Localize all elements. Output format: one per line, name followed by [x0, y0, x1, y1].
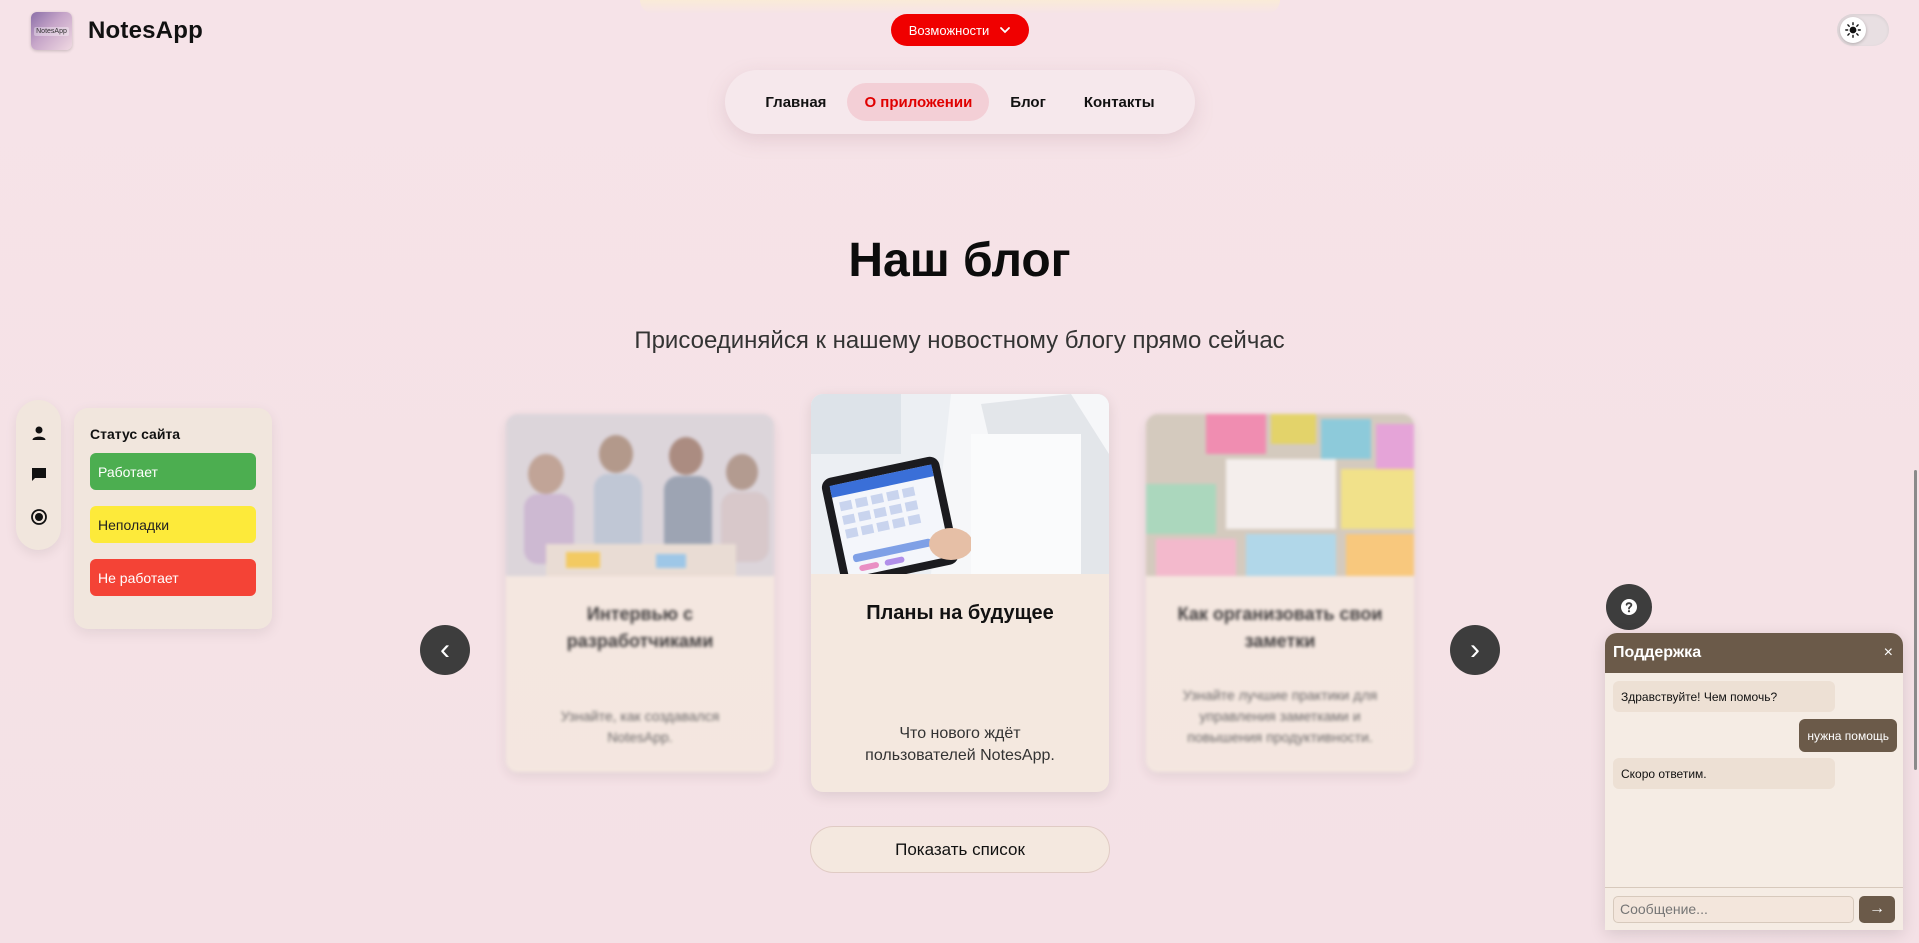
chat-icon[interactable] [30, 466, 48, 484]
chat-message-user: нужна помощь [1799, 719, 1897, 752]
blog-card[interactable]: Интервью с разработчиками Узнайте, как с… [506, 414, 774, 772]
send-button[interactable]: → [1859, 895, 1895, 923]
site-status-card: Статус сайта Работает Неполадки Не работ… [74, 408, 272, 629]
card-title: Как организовать свои заметки [1177, 604, 1383, 651]
card-description: Узнайте, как создавался NotesApp. [560, 708, 720, 745]
carousel-prev-button[interactable]: ‹ [420, 625, 470, 675]
chat-title: Поддержка [1613, 644, 1702, 661]
card-description: Что нового ждёт пользователей NotesApp. [865, 725, 1055, 764]
close-icon[interactable]: × [1884, 644, 1893, 662]
page-scrollbar[interactable] [1914, 470, 1917, 770]
features-dropdown-button[interactable]: Возможности [891, 14, 1029, 46]
status-working[interactable]: Работает [90, 453, 256, 490]
chat-message-bot: Скоро ответим. [1613, 758, 1835, 789]
blog-card-active[interactable]: Планы на будущее Что нового ждёт пользов… [811, 394, 1109, 792]
sticky-notes-photo [1146, 414, 1414, 576]
logo-image: NotesApp [31, 12, 72, 50]
top-banner-glow [640, 0, 1280, 14]
chat-message-input[interactable] [1613, 895, 1854, 923]
chevron-down-icon [1000, 27, 1011, 34]
nav-item-contacts[interactable]: Контакты [1067, 83, 1172, 121]
status-title: Статус сайта [90, 426, 181, 442]
page-title: Наш блог [848, 234, 1071, 287]
sun-icon [1840, 17, 1866, 43]
status-issues[interactable]: Неполадки [90, 506, 256, 543]
chat-message-bot: Здравствуйте! Чем помочь? [1613, 681, 1835, 712]
nav-item-blog[interactable]: Блог [993, 83, 1063, 121]
show-list-button[interactable]: Показать список [810, 826, 1110, 873]
nav-item-about[interactable]: О приложении [847, 83, 990, 121]
question-icon [1621, 599, 1637, 615]
side-rail [16, 400, 61, 550]
status-down[interactable]: Не работает [90, 559, 256, 596]
card-title: Планы на будущее [866, 602, 1054, 624]
logo-badge-text: NotesApp [34, 26, 69, 36]
features-label: Возможности [908, 22, 990, 38]
user-icon[interactable] [30, 424, 48, 442]
main-nav: Главная О приложении Блог Контакты [725, 70, 1195, 134]
tablet-photo [811, 394, 1109, 574]
chat-header: Поддержка × [1605, 633, 1903, 673]
chat-messages: Здравствуйте! Чем помочь? нужна помощь С… [1605, 673, 1903, 887]
card-title: Интервью с разработчиками [566, 604, 714, 651]
theme-toggle[interactable] [1837, 14, 1889, 46]
nav-item-home[interactable]: Главная [748, 83, 843, 121]
page-subtitle: Присоединяйся к нашему новостному блогу … [634, 327, 1285, 354]
logo[interactable]: NotesApp NotesApp [31, 12, 203, 50]
carousel-next-button[interactable]: › [1450, 625, 1500, 675]
support-chat: Поддержка × Здравствуйте! Чем помочь? ну… [1605, 633, 1903, 930]
help-button[interactable] [1606, 584, 1652, 630]
meeting-photo [506, 414, 774, 576]
radio-icon[interactable] [30, 508, 48, 526]
blog-card[interactable]: Как организовать свои заметки Узнайте лу… [1146, 414, 1414, 772]
app-name: NotesApp [88, 17, 203, 44]
card-description: Узнайте лучшие практики для управления з… [1182, 687, 1378, 745]
chat-footer: → [1605, 887, 1903, 930]
